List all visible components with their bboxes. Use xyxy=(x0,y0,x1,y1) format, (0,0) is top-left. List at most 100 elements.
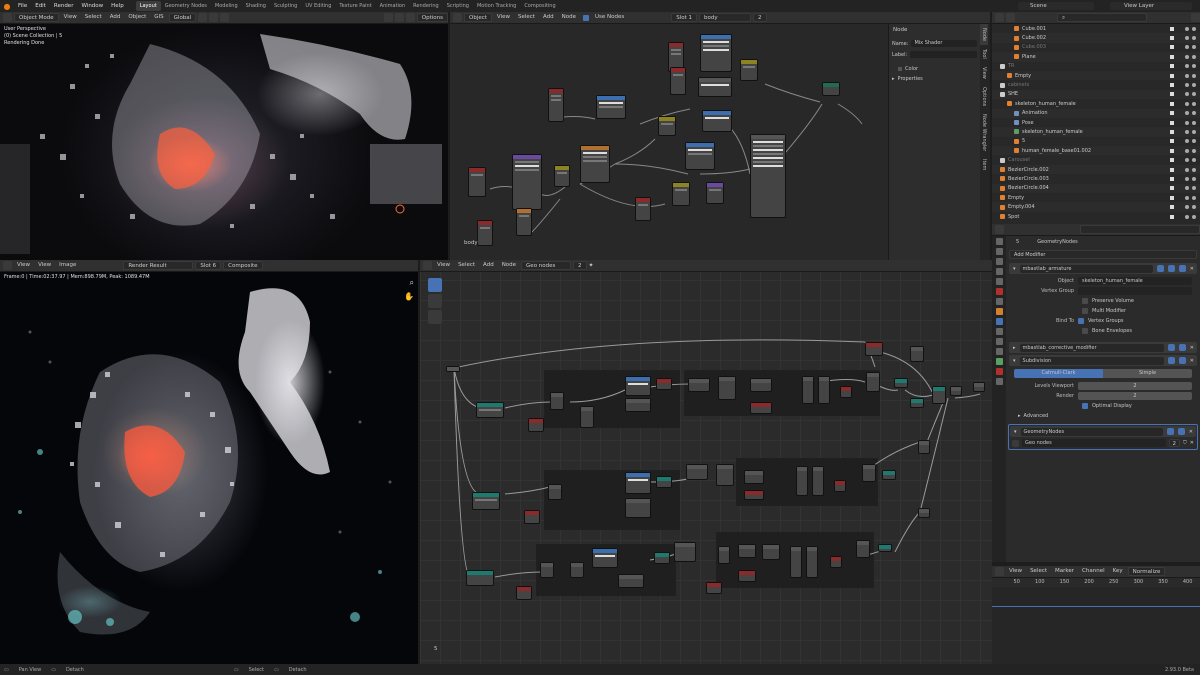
collection-tab-icon[interactable] xyxy=(995,298,1003,305)
node-tree-field[interactable]: Geo nodes xyxy=(1022,439,1166,447)
workspace-tab-modeling[interactable]: Modeling xyxy=(211,1,242,11)
camera-icon[interactable] xyxy=(1192,205,1196,210)
image-editor[interactable]: View View Image Render Result Slot 6 Com… xyxy=(0,260,418,664)
geo-node[interactable] xyxy=(738,570,756,582)
workspace-tab-sculpting[interactable]: Sculpting xyxy=(270,1,301,11)
geo-node[interactable] xyxy=(818,376,830,404)
shader-node[interactable] xyxy=(477,220,493,246)
outliner-row[interactable]: BezierCircle.003 xyxy=(992,174,1200,183)
outliner-row[interactable]: BezierCircle.002 xyxy=(992,164,1200,175)
outliner-row[interactable]: Pose xyxy=(992,118,1200,127)
menu-edit[interactable]: Edit xyxy=(31,3,50,9)
close-icon[interactable]: ✕ xyxy=(1190,266,1194,272)
shading-render-icon[interactable] xyxy=(405,13,415,22)
camera-icon[interactable] xyxy=(1192,139,1196,144)
color-checkbox[interactable] xyxy=(898,67,902,71)
eye-icon[interactable] xyxy=(1185,64,1189,69)
camera-icon[interactable] xyxy=(1192,148,1196,153)
display-mode-icon[interactable] xyxy=(1006,13,1015,22)
node-label-field[interactable] xyxy=(910,51,977,58)
eye-icon[interactable] xyxy=(1185,195,1189,200)
editor-type-icon[interactable] xyxy=(995,567,1004,576)
view-layer-tab-icon[interactable] xyxy=(995,268,1003,275)
geo-node[interactable] xyxy=(656,476,672,488)
geo-node[interactable] xyxy=(918,440,930,454)
geo-node[interactable] xyxy=(796,466,808,496)
exclude-checkbox[interactable] xyxy=(1170,195,1174,200)
image-menu-image[interactable]: Image xyxy=(56,261,79,270)
levels-viewport-field[interactable]: 2 xyxy=(1078,382,1192,390)
node-tree-user-count[interactable]: 2 xyxy=(1168,439,1181,447)
shader-node[interactable] xyxy=(700,34,732,72)
geo-node[interactable] xyxy=(918,508,930,518)
geo-node-tree-users[interactable]: 2 xyxy=(573,261,587,270)
geo-node[interactable] xyxy=(625,498,651,518)
exclude-checkbox[interactable] xyxy=(1170,120,1174,125)
camera-icon[interactable] xyxy=(1192,129,1196,134)
shader-node[interactable] xyxy=(516,208,532,236)
geo-node[interactable] xyxy=(550,392,564,410)
data-tab-icon[interactable] xyxy=(995,358,1003,365)
geo-node[interactable] xyxy=(910,346,924,362)
close-icon[interactable]: ✕ xyxy=(1189,429,1193,435)
shader-menu-node[interactable]: Node xyxy=(559,13,579,22)
eye-icon[interactable] xyxy=(1185,139,1189,144)
geo-node[interactable] xyxy=(528,418,544,432)
material-name-field[interactable]: body xyxy=(699,13,752,22)
outliner-row[interactable]: skeleton_human_female xyxy=(992,127,1200,137)
add-modifier-button[interactable]: Add Modifier xyxy=(1009,250,1197,259)
outliner-row[interactable]: Carousel xyxy=(992,155,1200,164)
pin-icon[interactable]: ✦ xyxy=(589,262,594,269)
geo-node[interactable] xyxy=(950,386,962,396)
geo-node[interactable] xyxy=(570,562,584,578)
viewport-menu-object[interactable]: Object xyxy=(125,13,149,22)
exclude-checkbox[interactable] xyxy=(1170,92,1174,97)
shader-node[interactable] xyxy=(468,167,486,197)
scene-tab-icon[interactable] xyxy=(995,278,1003,285)
editor-type-icon[interactable] xyxy=(995,225,1004,234)
viewport-toggle-icon[interactable] xyxy=(1166,428,1174,435)
exclude-checkbox[interactable] xyxy=(1170,45,1174,50)
shader-node[interactable] xyxy=(685,142,715,170)
exclude-checkbox[interactable] xyxy=(1170,167,1174,172)
geo-menu-select[interactable]: Select xyxy=(455,261,478,270)
transform-orientation-selector[interactable]: Global xyxy=(168,13,197,22)
camera-icon[interactable] xyxy=(1192,195,1196,200)
bone-envelopes-checkbox[interactable] xyxy=(1082,328,1088,334)
geo-node[interactable] xyxy=(718,376,736,400)
exclude-checkbox[interactable] xyxy=(1170,36,1174,41)
view-layer-selector[interactable]: View Layer xyxy=(1110,2,1192,10)
filter-icon[interactable] xyxy=(1191,13,1200,22)
blender-logo-icon[interactable]: ● xyxy=(0,0,14,12)
optimal-display-row[interactable]: Optimal Display xyxy=(1006,401,1200,411)
menu-help[interactable]: Help xyxy=(107,3,128,9)
outliner-row[interactable]: Spot xyxy=(992,212,1200,221)
outliner-row[interactable]: Plane xyxy=(992,52,1200,62)
geo-menu-node[interactable]: Node xyxy=(499,261,519,270)
camera-icon[interactable] xyxy=(1192,120,1196,125)
sidebar-tab-item[interactable]: Item xyxy=(980,155,988,174)
bind-vertex-groups-row[interactable]: Bind To Vertex Groups xyxy=(1006,316,1200,326)
preserve-volume-checkbox[interactable] xyxy=(1082,298,1088,304)
geo-node-tree-field[interactable]: Geo nodes xyxy=(521,261,572,270)
bone-envelopes-row[interactable]: Bone Envelopes xyxy=(1006,326,1200,336)
eye-icon[interactable] xyxy=(1185,83,1189,88)
geo-node[interactable] xyxy=(744,470,764,484)
geo-node[interactable] xyxy=(738,544,756,558)
sidebar-tab-tool[interactable]: Tool xyxy=(980,45,988,63)
workspace-tab-animation[interactable]: Animation xyxy=(376,1,410,11)
shader-type-selector[interactable]: Object xyxy=(464,13,492,22)
exclude-checkbox[interactable] xyxy=(1170,176,1174,181)
geo-node[interactable] xyxy=(472,492,500,510)
shader-node[interactable] xyxy=(706,182,724,204)
material-tab-icon[interactable] xyxy=(995,368,1003,375)
camera-icon[interactable] xyxy=(1192,101,1196,106)
pivot-icon[interactable] xyxy=(198,13,208,22)
scene-selector[interactable]: Scene xyxy=(1018,2,1094,10)
geo-node[interactable] xyxy=(524,510,540,524)
timeline-menu-key[interactable]: Key xyxy=(1110,567,1126,576)
editor-type-icon[interactable] xyxy=(995,13,1004,22)
optimal-display-checkbox[interactable] xyxy=(1082,403,1088,409)
exclude-checkbox[interactable] xyxy=(1170,129,1174,134)
editor-type-icon[interactable] xyxy=(423,261,432,270)
